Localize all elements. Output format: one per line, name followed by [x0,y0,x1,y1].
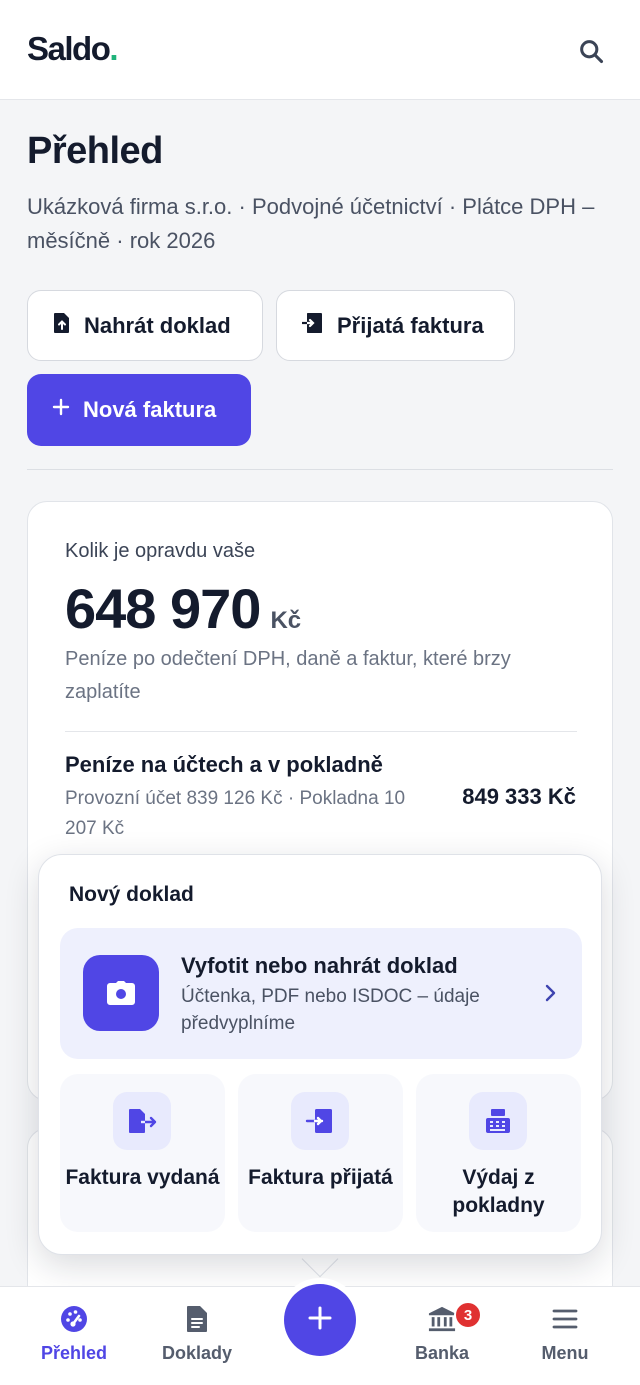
document-icon [183,1305,211,1333]
nav-item-bank[interactable]: 3 Banka [387,1287,497,1385]
received-invoice-button[interactable]: Přijatá faktura [276,290,515,361]
cash-register-icon [469,1092,527,1150]
summary-amount: 648 970 Kč [65,577,302,640]
new-invoice-label: Nová faktura [83,397,217,422]
dashboard-icon [60,1305,88,1333]
divider [27,469,613,470]
popover-title: Nový doklad [69,883,194,906]
add-button[interactable] [284,1284,356,1356]
cash-expense-label: Výdaj z pokladny [452,1166,545,1217]
upload-document-button[interactable]: Nahrát doklad [27,290,263,361]
invoice-out-icon [113,1092,171,1150]
chevron-right-icon [544,982,558,1009]
search-icon[interactable] [572,32,610,70]
plus-icon [307,1305,333,1336]
nav-label: Banka [414,1343,470,1363]
file-import-icon [300,312,325,340]
new-invoice-button[interactable]: Nová faktura [27,374,251,446]
new-document-popover: Nový doklad Vyfotit nebo nahrát doklad Ú… [38,854,602,1255]
summary-note: Peníze po odečtení DPH, daně a faktur, k… [65,648,511,703]
issued-invoice-option[interactable]: Faktura vydaná [60,1074,225,1232]
page-subtitle: Ukázková firma s.r.o. · Podvojné účetnic… [27,194,595,253]
nav-label: Menu [541,1343,589,1363]
received-invoice-option[interactable]: Faktura přijatá [238,1074,403,1232]
money-total: 849 333 Kč [462,784,576,809]
nav-item-documents[interactable]: Doklady [142,1287,252,1385]
nav-item-overview[interactable]: Přehled [19,1287,129,1385]
scan-subtitle: Účtenka, PDF nebo ISDOC – údaje předvypl… [181,986,480,1034]
plus-icon [51,397,71,423]
invoice-in-icon [291,1092,349,1150]
money-detail: Provozní účet 839 126 Kč · Pokladna 10 2… [65,788,406,839]
camera-icon [83,955,159,1031]
received-invoice-option-label: Faktura přijatá [248,1166,393,1189]
top-bar: Saldo. [0,0,640,100]
logo[interactable]: Saldo. [27,30,118,68]
bank-icon [428,1305,456,1333]
summary-label: Kolik je opravdu vaše [65,540,256,562]
upload-document-label: Nahrát doklad [84,312,231,338]
issued-invoice-label: Faktura vydaná [65,1166,220,1189]
notification-badge: 3 [454,1301,482,1329]
received-invoice-label: Přijatá faktura [337,312,484,338]
scan-document-option[interactable]: Vyfotit nebo nahrát doklad Účtenka, PDF … [60,928,582,1059]
card-separator [65,731,577,732]
money-title: Peníze na účtech a v pokladně [65,752,383,777]
page-title: Přehled [27,130,163,172]
summary-currency: Kč [270,607,302,634]
cash-expense-option[interactable]: Výdaj z pokladny [416,1074,581,1232]
nav-item-menu[interactable]: Menu [510,1287,620,1385]
file-upload-icon [52,312,72,340]
scan-title: Vyfotit nebo nahrát doklad [181,953,458,978]
nav-label: Přehled [40,1343,108,1363]
menu-icon [551,1305,579,1333]
nav-label: Doklady [161,1343,233,1363]
